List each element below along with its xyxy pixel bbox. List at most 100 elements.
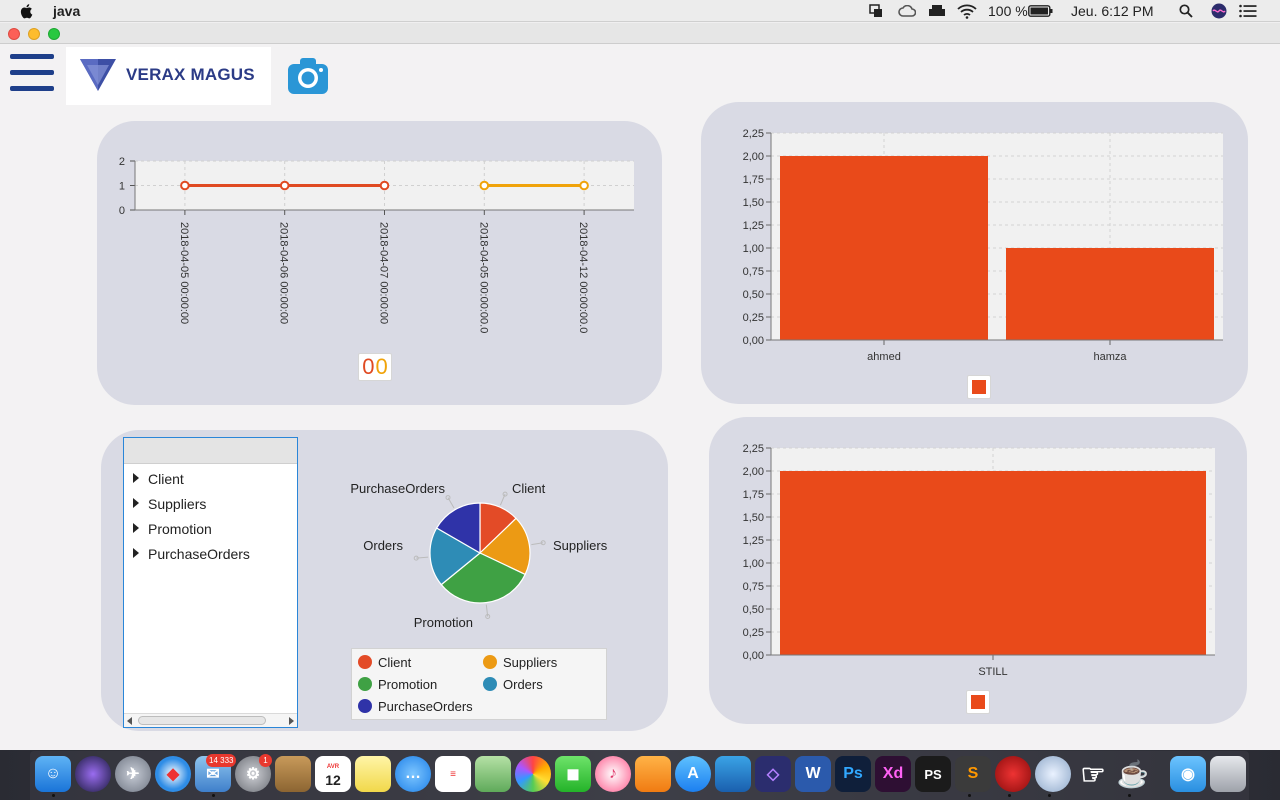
expand-arrow-icon[interactable]	[133, 523, 139, 533]
ibooks-icon[interactable]	[635, 756, 671, 792]
logo-text: VERAX MAGUS	[126, 65, 255, 84]
x-tick-label: hamza	[1093, 351, 1127, 363]
window-close-button[interactable]	[8, 28, 20, 40]
bar-chart-status-legend[interactable]	[966, 690, 990, 714]
photos-icon[interactable]	[515, 756, 551, 792]
phpstorm-icon[interactable]: PS	[915, 756, 951, 792]
pie-label: Suppliers	[553, 538, 608, 553]
running-indicator	[968, 794, 971, 797]
maps-icon[interactable]	[475, 756, 511, 792]
y-tick-label: 2	[119, 156, 125, 168]
reminders-icon[interactable]: ≡	[435, 756, 471, 792]
visual-studio-icon[interactable]: ◇	[755, 756, 791, 792]
y-tick-label: 0	[119, 205, 125, 217]
y-tick-label: 1	[119, 181, 125, 193]
siri-icon[interactable]	[1210, 3, 1228, 19]
scroll-right-arrow-icon[interactable]	[289, 717, 294, 725]
finder-icon[interactable]: ☺	[35, 756, 71, 792]
messages-icon[interactable]: …	[395, 756, 431, 792]
tree-item-purchaseorders[interactable]: PurchaseOrders	[124, 541, 297, 566]
expand-arrow-icon[interactable]	[133, 498, 139, 508]
series-legend-value-2: 0	[375, 354, 388, 379]
calendar-icon[interactable]: AVR 12	[315, 756, 351, 792]
printer-icon[interactable]	[927, 3, 947, 19]
y-tick-label: 2,00	[743, 466, 764, 478]
creative-cloud-icon[interactable]	[897, 3, 917, 19]
app-menu-name[interactable]: java	[53, 3, 80, 19]
scroll-left-arrow-icon[interactable]	[127, 717, 132, 725]
screenshot-folder-icon[interactable]: ◉	[1170, 756, 1206, 792]
network-app-icon[interactable]	[995, 756, 1031, 792]
data-point	[479, 180, 490, 191]
pie-label: Promotion	[414, 615, 473, 630]
pie-label: Client	[512, 481, 546, 496]
window-minimize-button[interactable]	[28, 28, 40, 40]
battery-icon[interactable]	[1027, 3, 1053, 19]
bar-ahmed	[780, 156, 988, 340]
camera-icon	[288, 58, 328, 94]
itunes-icon[interactable]: ♪	[595, 756, 631, 792]
system-preferences-badge: 1	[259, 754, 272, 767]
apple-menu-icon[interactable]	[18, 2, 36, 20]
x-tick-label: ahmed	[867, 351, 901, 363]
tree-horizontal-scrollbar[interactable]	[124, 713, 297, 727]
category-tree-view[interactable]: Client Suppliers Promotion PurchaseOrder…	[123, 437, 298, 728]
y-tick-label: 1,25	[743, 535, 764, 547]
running-indicator	[1008, 794, 1011, 797]
y-tick-label: 2,25	[743, 128, 764, 140]
logo-diamond-icon	[80, 59, 116, 91]
bar-chart-status: 0,00 0,25 0,50 0,75 1,00 1,25 1,50 1,75 2,00 2,25…	[743, 443, 1215, 678]
menu-bar: java 100 % Jeu. 6:12 PM	[0, 0, 1280, 22]
x-tick-label: 2018-04-06 00:00:00	[278, 222, 290, 324]
hamburger-menu-button[interactable]	[10, 54, 54, 94]
running-indicator	[212, 794, 215, 797]
legend-item-purchaseorders[interactable]: PurchaseOrders	[358, 697, 473, 715]
y-tick-label: 0,00	[743, 335, 764, 347]
scrollbar-thumb[interactable]	[138, 716, 266, 725]
photoshop-icon[interactable]: Ps	[835, 756, 871, 792]
safari-icon[interactable]: ◆	[155, 756, 191, 792]
wifi-icon[interactable]	[956, 3, 978, 19]
facetime-icon[interactable]: ◼	[555, 756, 591, 792]
word-icon[interactable]: W	[795, 756, 831, 792]
preview-hand-icon[interactable]: ☞	[1075, 756, 1111, 792]
pie-chart-legend: Client Suppliers Promotion Orders Purcha…	[351, 648, 607, 720]
contacts-icon[interactable]	[275, 756, 311, 792]
sublime-text-icon[interactable]: S	[955, 756, 991, 792]
bar-chart-users-legend[interactable]	[967, 375, 991, 399]
y-tick-label: 1,50	[743, 512, 764, 524]
adobe-xd-icon[interactable]: Xd	[875, 756, 911, 792]
screen-mirroring-icon[interactable]	[868, 3, 884, 19]
trash-icon[interactable]	[1210, 756, 1246, 792]
y-tick-label: 1,75	[743, 489, 764, 501]
notification-center-icon[interactable]	[1238, 3, 1258, 19]
tree-item-label: Client	[148, 470, 184, 487]
sequel-pro-icon[interactable]	[1035, 756, 1071, 792]
expand-arrow-icon[interactable]	[133, 548, 139, 558]
siri-dock-icon[interactable]	[75, 756, 111, 792]
virtualbox-icon[interactable]	[715, 756, 751, 792]
app-store-icon[interactable]: A	[675, 756, 711, 792]
data-point	[579, 180, 589, 191]
expand-arrow-icon[interactable]	[133, 473, 139, 483]
menubar-clock[interactable]: Jeu. 6:12 PM	[1071, 3, 1154, 19]
window-zoom-button[interactable]	[48, 28, 60, 40]
java-icon[interactable]: ☕	[1115, 756, 1151, 792]
camera-button[interactable]	[287, 56, 329, 96]
notes-icon[interactable]	[355, 756, 391, 792]
legend-item-suppliers[interactable]: Suppliers	[483, 653, 557, 671]
spotlight-search-icon[interactable]	[1178, 3, 1194, 19]
series-legend-value-1: 0	[362, 354, 375, 379]
window-title-bar[interactable]	[0, 23, 1280, 44]
y-tick-label: 1,75	[743, 174, 764, 186]
tree-item-promotion[interactable]: Promotion	[124, 516, 297, 541]
launchpad-icon[interactable]: ✈	[115, 756, 151, 792]
y-tick-label: 2,25	[743, 443, 764, 455]
tree-item-client[interactable]: Client	[124, 466, 297, 491]
series-legend-box[interactable]: 00	[358, 353, 392, 381]
legend-item-orders[interactable]: Orders	[483, 675, 543, 693]
legend-item-promotion[interactable]: Promotion	[358, 675, 437, 693]
battery-percentage: 100 %	[988, 3, 1028, 19]
tree-item-suppliers[interactable]: Suppliers	[124, 491, 297, 516]
legend-item-client[interactable]: Client	[358, 653, 411, 671]
